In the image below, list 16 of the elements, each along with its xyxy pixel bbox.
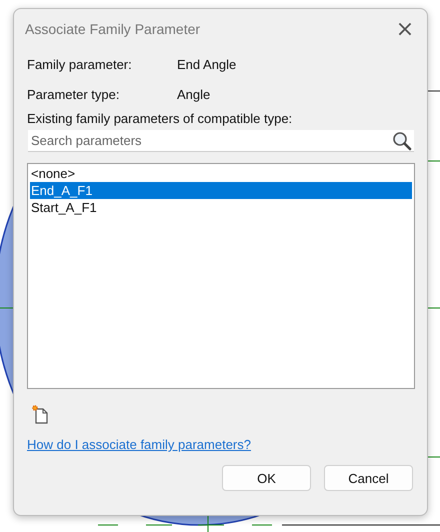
field-value: Angle <box>177 86 210 102</box>
field-label: Parameter type: <box>27 86 120 102</box>
search-field[interactable]: Search parameters <box>28 130 414 152</box>
close-button[interactable]: × <box>383 10 427 48</box>
new-parameter-icon[interactable] <box>31 404 49 424</box>
window-title: Associate Family Parameter <box>25 21 200 37</box>
parameter-item[interactable]: <none> <box>30 165 412 182</box>
parameter-item[interactable]: End_A_F1 <box>30 182 412 199</box>
search-icon[interactable] <box>392 131 412 151</box>
field-label: Family parameter: <box>27 56 133 72</box>
cancel-button[interactable]: Cancel <box>324 465 413 491</box>
help-link[interactable]: How do I associate family parameters? <box>27 437 251 452</box>
parameter-item[interactable]: Start_A_F1 <box>30 199 412 216</box>
ok-button[interactable]: OK <box>222 465 311 491</box>
field-value: End Angle <box>177 56 236 72</box>
list-label: Existing family parameters of compatible type: <box>27 111 294 126</box>
